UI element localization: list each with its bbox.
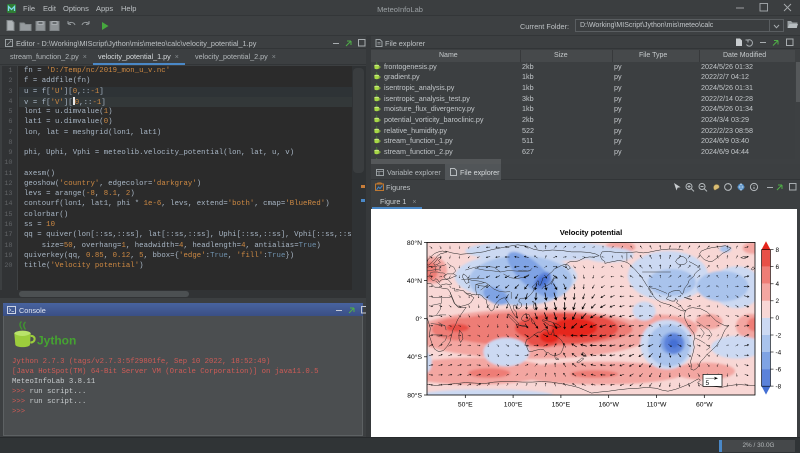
- svg-text:100°E: 100°E: [504, 400, 523, 408]
- svg-text:0: 0: [776, 315, 780, 322]
- svg-text:-2: -2: [776, 332, 782, 339]
- svg-text:50°E: 50°E: [458, 400, 473, 408]
- svg-text:110°W: 110°W: [647, 400, 668, 408]
- svg-text:40°N: 40°N: [407, 277, 422, 285]
- svg-text:Velocity potential: Velocity potential: [560, 228, 622, 237]
- svg-text:8: 8: [776, 247, 780, 254]
- svg-text:Jython: Jython: [37, 334, 76, 348]
- svg-text:5: 5: [706, 380, 710, 387]
- svg-text:6: 6: [776, 264, 780, 271]
- svg-text:80°N: 80°N: [407, 238, 422, 246]
- svg-text:60°W: 60°W: [696, 400, 713, 408]
- svg-text:-6: -6: [776, 366, 782, 373]
- svg-text:4: 4: [776, 281, 780, 288]
- svg-text:2: 2: [776, 298, 780, 305]
- svg-text:160°W: 160°W: [598, 400, 619, 408]
- svg-text:-4: -4: [776, 349, 782, 356]
- svg-text:40°S: 40°S: [407, 353, 422, 361]
- svg-text:-8: -8: [776, 383, 782, 390]
- svg-text:0°: 0°: [416, 315, 423, 323]
- svg-text:150°E: 150°E: [552, 400, 571, 408]
- svg-text:80°S: 80°S: [407, 391, 422, 399]
